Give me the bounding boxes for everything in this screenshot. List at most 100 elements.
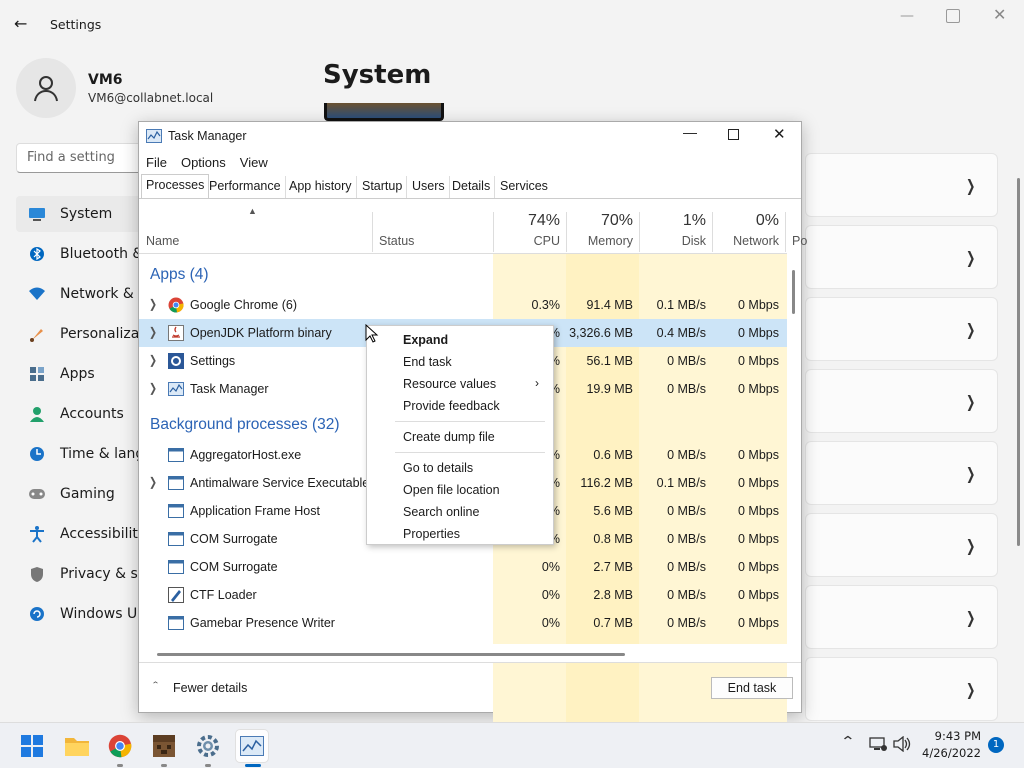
back-arrow-icon[interactable]: ← — [14, 14, 34, 34]
clock-time[interactable]: 9:43 PM — [925, 729, 981, 743]
memory-percent[interactable]: 70% — [566, 212, 633, 230]
cpu-value: 0% — [541, 616, 560, 630]
avatar[interactable] — [16, 58, 76, 118]
menu-view[interactable]: View — [240, 155, 268, 170]
tab-startup[interactable]: Startup — [358, 176, 408, 198]
menu-item-provide-feedback[interactable]: Provide feedback — [403, 399, 500, 413]
chevron-right-icon[interactable]: ❯ — [149, 353, 157, 367]
settings-card[interactable]: ❯ — [805, 225, 998, 289]
task-manager-icon — [168, 382, 184, 396]
nav-label: System — [60, 206, 113, 222]
cpu-value: 0% — [541, 560, 560, 574]
process-name: COM Surrogate — [190, 532, 278, 546]
menu-item-search-online[interactable]: Search online — [403, 505, 479, 519]
menu-file[interactable]: File — [146, 155, 167, 170]
col-disk[interactable]: Disk — [639, 234, 706, 248]
settings-card[interactable]: ❯ — [805, 153, 998, 217]
file-explorer-icon[interactable] — [61, 730, 93, 762]
settings-card[interactable]: ❯ — [805, 585, 998, 649]
monitor-icon — [28, 205, 46, 223]
tab-app-history[interactable]: App history — [285, 176, 357, 198]
process-name: OpenJDK Platform binary — [190, 326, 332, 340]
notification-badge[interactable]: 1 — [988, 737, 1004, 753]
nav-label: Privacy & se — [60, 566, 147, 582]
network-value: 0 Mbps — [738, 504, 779, 518]
disk-value: 0 MB/s — [667, 532, 706, 546]
nav-label: Apps — [60, 366, 95, 382]
settings-card[interactable]: ❯ — [805, 657, 998, 721]
settings-card[interactable]: ❯ — [805, 369, 998, 433]
process-name: Antimalware Service Executable — [190, 476, 370, 490]
table-row[interactable]: CTF Loader 0% 2.8 MB 0 MB/s 0 Mbps — [139, 581, 787, 609]
settings-card[interactable]: ❯ — [805, 297, 998, 361]
shield-icon — [28, 565, 46, 583]
col-status[interactable]: Status — [379, 234, 414, 248]
menu-item-resource-values[interactable]: Resource values — [403, 377, 496, 391]
col-cpu[interactable]: CPU — [493, 234, 560, 248]
table-row[interactable]: ❯ Google Chrome (6) 0.3% 91.4 MB 0.1 MB/… — [139, 291, 787, 319]
menu-item-expand[interactable]: Expand — [403, 333, 448, 347]
col-network[interactable]: Network — [712, 234, 779, 248]
settings-scrollbar[interactable] — [1017, 178, 1020, 546]
window-app-icon — [168, 532, 184, 546]
clock-date[interactable]: 4/26/2022 — [915, 746, 981, 760]
network-value: 0 Mbps — [738, 382, 779, 396]
tab-details[interactable]: Details — [448, 176, 496, 198]
fewer-details-link[interactable]: Fewer details — [173, 681, 247, 695]
tab-users[interactable]: Users — [408, 176, 450, 198]
chevron-right-icon[interactable]: ❯ — [149, 297, 157, 311]
menu-item-properties[interactable]: Properties — [403, 527, 460, 541]
chrome-icon[interactable] — [104, 730, 136, 762]
memory-value: 19.9 MB — [586, 382, 633, 396]
end-task-button[interactable]: End task — [711, 677, 793, 699]
nav-label: Time & lang — [60, 446, 145, 462]
chevron-right-icon[interactable]: ❯ — [149, 475, 157, 489]
memory-value: 0.7 MB — [593, 616, 633, 630]
col-name[interactable]: Name — [146, 234, 179, 248]
disk-value: 0.1 MB/s — [656, 298, 706, 312]
group-background: Background processes (32) — [150, 416, 340, 433]
task-manager-icon[interactable] — [236, 730, 268, 762]
start-icon[interactable] — [16, 730, 48, 762]
tab-services[interactable]: Services — [496, 176, 552, 198]
chevron-right-icon[interactable]: ❯ — [149, 381, 157, 395]
chevron-right-icon[interactable]: ❯ — [149, 325, 157, 339]
chevron-right-icon: ❯ — [965, 536, 975, 555]
cpu-percent[interactable]: 74% — [493, 212, 560, 230]
vertical-scrollbar[interactable] — [792, 270, 795, 314]
nav-label: Accounts — [60, 406, 124, 422]
settings-card[interactable]: ❯ — [805, 441, 998, 505]
maximize-icon[interactable] — [728, 129, 739, 140]
network-icon[interactable] — [869, 736, 887, 756]
minimize-icon[interactable]: — — [683, 124, 697, 140]
tab-performance[interactable]: Performance — [205, 176, 286, 198]
chevron-right-icon: ❯ — [965, 392, 975, 411]
chevron-right-icon: ❯ — [965, 608, 975, 627]
network-percent[interactable]: 0% — [712, 212, 779, 230]
horizontal-scrollbar[interactable] — [157, 653, 625, 656]
chevron-up-icon[interactable]: ⌃ — [151, 680, 160, 689]
disk-percent[interactable]: 1% — [639, 212, 706, 230]
minecraft-icon[interactable] — [148, 730, 180, 762]
close-icon[interactable]: ✕ — [773, 125, 786, 143]
close-icon[interactable]: ✕ — [993, 5, 1006, 24]
tab-processes[interactable]: Processes — [141, 174, 210, 198]
table-row[interactable]: COM Surrogate 0% 2.7 MB 0 MB/s 0 Mbps — [139, 553, 787, 581]
menu-item-end-task[interactable]: End task — [403, 355, 452, 369]
disk-value: 0 MB/s — [667, 616, 706, 630]
col-memory[interactable]: Memory — [566, 234, 633, 248]
restore-icon[interactable] — [946, 9, 960, 23]
minimize-icon[interactable]: — — [900, 8, 920, 26]
chevron-up-icon[interactable]: ⌃ — [840, 734, 855, 750]
settings-gear-icon[interactable] — [192, 730, 224, 762]
menu-options[interactable]: Options — [181, 155, 226, 170]
settings-card[interactable]: ❯ — [805, 513, 998, 577]
col-power[interactable]: Po — [792, 234, 807, 248]
menu-item-go-to-details[interactable]: Go to details — [403, 461, 473, 475]
network-value: 0 Mbps — [738, 560, 779, 574]
menu-item-create-dump-file[interactable]: Create dump file — [403, 430, 495, 444]
table-row[interactable]: Gamebar Presence Writer 0% 0.7 MB 0 MB/s… — [139, 609, 787, 637]
menu-item-open-file-location[interactable]: Open file location — [403, 483, 500, 497]
chevron-right-icon: ❯ — [965, 320, 975, 339]
volume-icon[interactable] — [893, 735, 911, 756]
